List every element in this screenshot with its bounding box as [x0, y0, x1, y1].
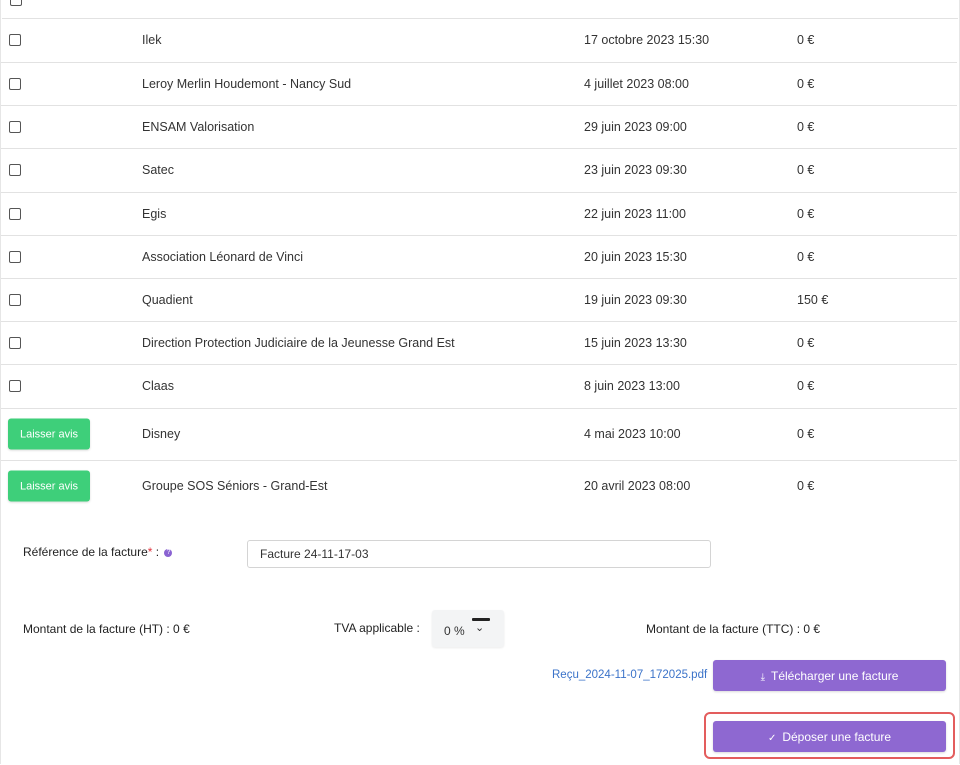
amount-value: 0 € — [797, 119, 815, 134]
company-name: Ilek — [142, 33, 162, 47]
tva-label: TVA applicable : — [334, 621, 420, 635]
download-icon: ⤓ — [760, 672, 765, 683]
row-checkbox[interactable] — [9, 164, 21, 176]
leave-review-button[interactable]: Laisser avis — [8, 418, 90, 450]
table-row: Satec 23 juin 2023 09:30 0 € — [1, 148, 957, 193]
table-row: Laisser avis Disney 4 mai 2023 10:00 0 € — [1, 408, 957, 461]
amount-value: 0 € — [797, 76, 815, 91]
amount-value: 150 € — [797, 292, 829, 307]
row-checkbox[interactable] — [10, 0, 22, 6]
event-date: 8 juin 2023 13:00 — [584, 379, 680, 393]
company-name: Disney — [142, 427, 181, 441]
row-checkbox[interactable] — [9, 207, 21, 220]
table-row: Leroy Merlin Houdemont - Nancy Sud 4 juil… — [1, 62, 957, 106]
company-name: Satec — [142, 163, 174, 177]
amount-ttc-label: Montant de la facture (TTC) : 0 € — [646, 622, 821, 636]
amount-value: 0 € — [797, 33, 815, 47]
table-row: Egis 22 juin 2023 11:00 0 € — [1, 192, 957, 236]
submit-invoice-button[interactable]: ✓ Déposer une facture — [713, 721, 946, 752]
event-date: 29 juin 2023 09:00 — [584, 119, 687, 134]
company-name: Leroy Merlin Houdemont - Nancy Sud — [142, 76, 352, 91]
amount-value: 0 € — [797, 335, 815, 350]
row-checkbox[interactable] — [9, 250, 21, 263]
row-checkbox[interactable] — [9, 34, 21, 46]
event-date: 17 octobre 2023 15:30 — [584, 33, 710, 47]
company-name: Association Léonard de Vinci — [142, 249, 303, 264]
tva-value: 0 % — [444, 624, 465, 638]
company-name: ENSAM Valorisation — [142, 119, 255, 134]
table-row: Association Léonard de Vinci 20 juin 2023… — [1, 235, 957, 279]
row-checkbox[interactable] — [9, 77, 21, 90]
company-name: Groupe SOS Séniors - Grand-Est — [142, 479, 328, 493]
table-row: ENSAM Valorisation 29 juin 2023 09:00 0 € — [1, 105, 957, 149]
table-row-partial — [2, 0, 958, 19]
amount-value: 0 € — [797, 427, 815, 441]
company-name: Quadient — [142, 292, 193, 307]
invoice-reference-label: Référence de la facture* : ? — [23, 545, 173, 559]
event-date: 23 juin 2023 09:30 — [584, 163, 687, 177]
chevron-down-icon: ⌄ — [475, 622, 485, 634]
amount-value: 0 € — [797, 479, 815, 493]
check-icon: ✓ — [767, 733, 777, 744]
company-name: Claas — [142, 379, 174, 393]
amount-value: 0 € — [797, 379, 815, 393]
table-row: Claas 8 juin 2023 13:00 0 € — [1, 364, 957, 409]
row-checkbox[interactable] — [9, 380, 21, 392]
table-row: Direction Protection Judiciaire de la Je… — [1, 321, 957, 365]
company-name: Direction Protection Judiciaire de la Je… — [142, 335, 455, 350]
row-checkbox[interactable] — [9, 336, 21, 349]
event-date: 4 mai 2023 10:00 — [584, 427, 681, 441]
tva-select[interactable]: 0 % ⌄ — [432, 610, 504, 647]
event-date: 15 juin 2023 13:30 — [584, 335, 687, 350]
invoice-reference-input[interactable] — [247, 540, 711, 568]
event-date: 19 juin 2023 09:30 — [584, 292, 687, 307]
company-name: Egis — [142, 206, 167, 221]
table-row: Ilek 17 octobre 2023 15:30 0 € — [1, 18, 957, 63]
question-circle-icon[interactable]: ? — [164, 549, 173, 557]
amount-value: 0 € — [797, 163, 815, 177]
download-invoice-button[interactable]: ⤓ Télécharger une facture — [713, 660, 946, 691]
amount-value: 0 € — [797, 249, 815, 264]
row-checkbox[interactable] — [9, 120, 21, 133]
leave-review-button[interactable]: Laisser avis — [8, 470, 90, 502]
amount-value: 0 € — [797, 206, 815, 221]
event-date: 20 avril 2023 08:00 — [584, 479, 691, 493]
event-date: 4 juillet 2023 08:00 — [584, 76, 689, 91]
event-date: 22 juin 2023 11:00 — [584, 206, 686, 221]
receipt-pdf-link[interactable]: Reçu_2024-11-07_172025.pdf — [552, 669, 707, 681]
table-row: Quadient 19 juin 2023 09:30 150 € — [1, 278, 957, 322]
table-row: Laisser avis Groupe SOS Séniors - Grand-E… — [1, 460, 957, 512]
row-checkbox[interactable] — [9, 293, 21, 306]
event-date: 20 juin 2023 15:30 — [584, 249, 687, 264]
amount-ht-label: Montant de la facture (HT) : 0 € — [23, 622, 190, 636]
